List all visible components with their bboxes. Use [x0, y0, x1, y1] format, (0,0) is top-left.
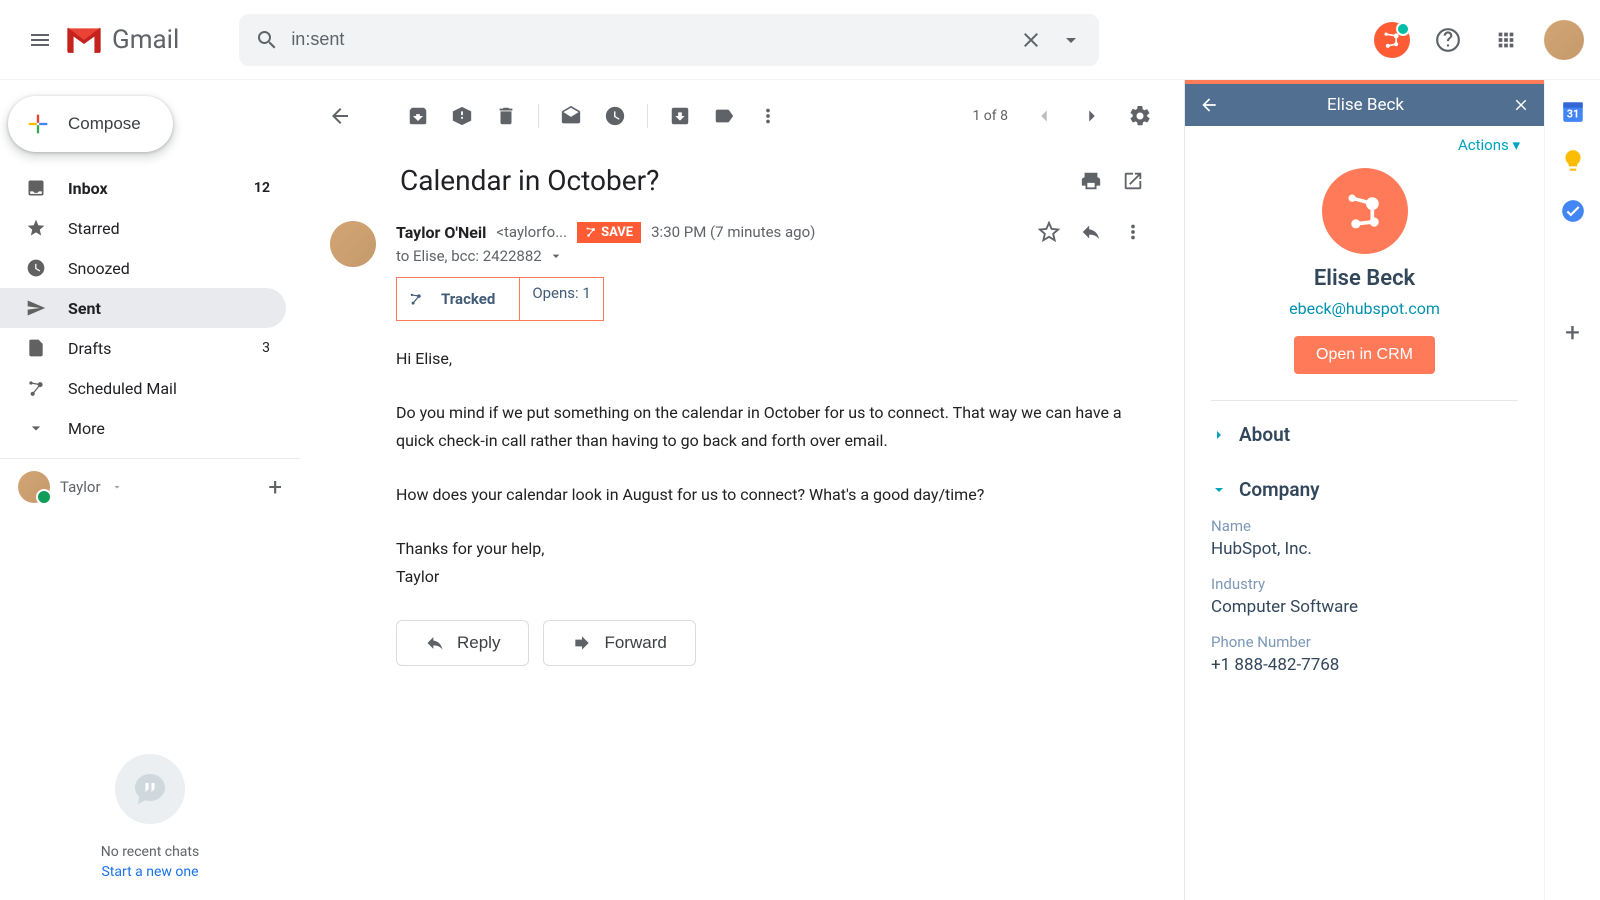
more-icon[interactable]: [748, 96, 788, 136]
reply-button[interactable]: Reply: [396, 620, 529, 666]
hubspot-about-section[interactable]: About: [1185, 407, 1544, 462]
sidebar: Compose Inbox 12 Starred Snoozed Sent: [0, 80, 300, 900]
clock-icon: [26, 258, 46, 278]
sidebar-item-more[interactable]: More: [0, 408, 286, 448]
hubspot-save-badge[interactable]: SAVE: [577, 222, 641, 243]
compose-label: Compose: [68, 114, 141, 134]
hubspot-actions-dropdown[interactable]: Actions ▾: [1185, 126, 1544, 164]
email-body: Hi Elise, Do you mind if we put somethin…: [396, 345, 1144, 590]
help-icon[interactable]: [1428, 20, 1468, 60]
company-industry-label: Industry: [1211, 575, 1518, 593]
search-options-icon[interactable]: [1059, 28, 1083, 52]
send-icon: [26, 298, 46, 318]
company-name-value: HubSpot, Inc.: [1211, 539, 1518, 559]
sender-name: Taylor O'Neil: [396, 223, 486, 242]
company-phone-value: +1 888-482-7768: [1211, 655, 1518, 675]
search-input[interactable]: [291, 29, 1019, 50]
hangouts-user[interactable]: Taylor +: [0, 458, 300, 515]
prev-icon[interactable]: [1024, 96, 1064, 136]
hangouts-icon: [115, 754, 185, 824]
message-time: 3:30 PM (7 minutes ago): [651, 223, 815, 241]
chevron-down-icon: [26, 418, 46, 438]
next-icon[interactable]: [1072, 96, 1112, 136]
account-avatar[interactable]: [1544, 20, 1584, 60]
tasks-icon[interactable]: [1560, 198, 1586, 224]
clear-search-icon[interactable]: [1019, 28, 1043, 52]
email-subject-row: Calendar in October?: [320, 144, 1184, 209]
chevron-down-icon[interactable]: [111, 481, 123, 493]
reply-icon[interactable]: [1080, 221, 1102, 243]
labels-icon[interactable]: [704, 96, 744, 136]
snooze-icon[interactable]: [595, 96, 635, 136]
chevron-down-icon: [1211, 482, 1227, 498]
hubspot-company-toggle[interactable]: Company: [1211, 478, 1518, 501]
drafts-icon: [26, 338, 46, 358]
star-icon[interactable]: [1038, 221, 1060, 243]
sidebar-item-inbox[interactable]: Inbox 12: [0, 168, 286, 208]
hubspot-company-section: Company Name HubSpot, Inc. Industry Comp…: [1185, 462, 1544, 691]
app-name: Gmail: [112, 25, 179, 55]
sidebar-item-starred[interactable]: Starred: [0, 208, 286, 248]
svg-text:31: 31: [1566, 108, 1578, 121]
hubspot-sprocket-icon: [26, 378, 46, 398]
sidebar-item-snoozed[interactable]: Snoozed: [0, 248, 286, 288]
hangouts-panel: No recent chats Start a new one: [0, 734, 300, 900]
chevron-down-icon[interactable]: [548, 248, 564, 264]
star-icon: [26, 218, 46, 238]
inbox-icon: [26, 178, 46, 198]
hubspot-close-icon[interactable]: [1512, 96, 1530, 114]
compose-button[interactable]: Compose: [8, 96, 173, 152]
right-rail: 31 +: [1544, 80, 1600, 900]
mark-unread-icon[interactable]: [551, 96, 591, 136]
settings-icon[interactable]: [1120, 96, 1160, 136]
hangouts-empty-text: No recent chats: [20, 844, 280, 860]
sender-avatar: [330, 221, 376, 267]
hubspot-panel-header: Elise Beck: [1185, 80, 1544, 126]
delete-icon[interactable]: [486, 96, 526, 136]
apps-grid-icon[interactable]: [1486, 20, 1526, 60]
chevron-right-icon: [1211, 427, 1227, 443]
calendar-icon[interactable]: 31: [1560, 98, 1586, 124]
add-contact-icon[interactable]: +: [268, 473, 282, 501]
tracking-badge[interactable]: Tracked Opens: 1: [396, 277, 604, 321]
sidebar-item-sent[interactable]: Sent: [0, 288, 286, 328]
gmail-logo[interactable]: Gmail: [64, 25, 179, 55]
company-phone-label: Phone Number: [1211, 633, 1518, 651]
user-avatar: [18, 471, 50, 503]
open-new-icon[interactable]: [1122, 170, 1144, 192]
hubspot-panel: Elise Beck Actions ▾ Elise Beck ebeck@hu…: [1184, 80, 1544, 900]
print-icon[interactable]: [1080, 170, 1102, 192]
hubspot-contact-email[interactable]: ebeck@hubspot.com: [1205, 299, 1524, 318]
recipients[interactable]: to Elise, bcc: 2422882: [396, 247, 1144, 265]
back-icon[interactable]: [320, 96, 360, 136]
add-addon-icon[interactable]: +: [1565, 318, 1580, 348]
keep-icon[interactable]: [1560, 148, 1586, 174]
menu-icon[interactable]: [16, 16, 64, 64]
company-industry-value: Computer Software: [1211, 597, 1518, 617]
hubspot-back-icon[interactable]: [1199, 95, 1219, 115]
hubspot-contact-name: Elise Beck: [1205, 266, 1524, 291]
open-in-crm-button[interactable]: Open in CRM: [1294, 336, 1435, 374]
sender-email: <taylorfo...: [496, 223, 567, 241]
company-name-label: Name: [1211, 517, 1518, 535]
topbar: Gmail: [0, 0, 1600, 80]
email-subject: Calendar in October?: [400, 164, 659, 197]
archive-icon[interactable]: [398, 96, 438, 136]
search-bar[interactable]: [239, 14, 1099, 66]
pager-text: 1 of 8: [972, 108, 1008, 124]
hubspot-contact-logo: [1322, 168, 1408, 254]
spam-icon[interactable]: [442, 96, 482, 136]
forward-button[interactable]: Forward: [543, 620, 695, 666]
hangouts-start-link[interactable]: Start a new one: [20, 864, 280, 880]
hubspot-extension-icon[interactable]: [1374, 22, 1410, 58]
sidebar-item-drafts[interactable]: Drafts 3: [0, 328, 286, 368]
sidebar-item-scheduled[interactable]: Scheduled Mail: [0, 368, 286, 408]
search-icon: [255, 28, 279, 52]
message: Taylor O'Neil <taylorfo... SAVE 3:30 PM …: [320, 209, 1184, 666]
mail-view: 1 of 8 Calendar in October?: [300, 80, 1184, 900]
more-icon[interactable]: [1122, 221, 1144, 243]
mail-toolbar: 1 of 8: [320, 88, 1184, 144]
move-to-icon[interactable]: [660, 96, 700, 136]
